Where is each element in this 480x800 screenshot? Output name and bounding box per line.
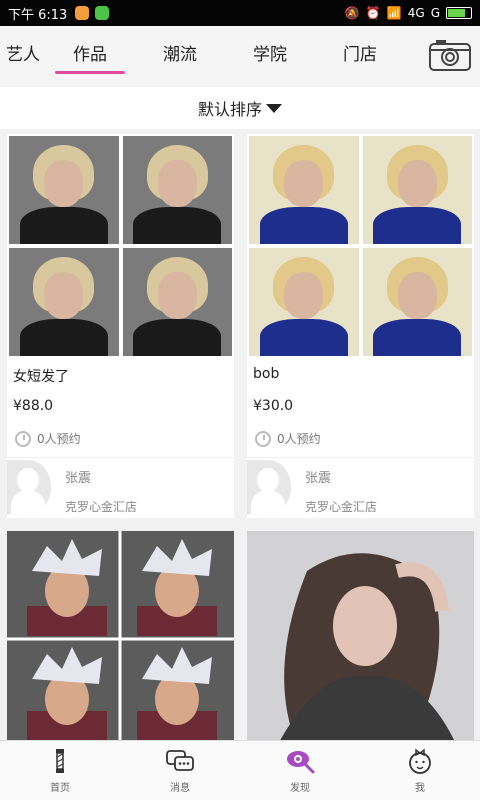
work-title: 女短发了: [13, 369, 69, 385]
work-photo: [9, 248, 119, 356]
battery-icon: [446, 7, 472, 19]
booking-count: 0人预约: [255, 430, 321, 447]
work-card[interactable]: [7, 531, 234, 746]
work-image-collage: [7, 134, 234, 358]
work-photo: [122, 248, 232, 356]
tab-trends[interactable]: 潮流: [135, 26, 225, 86]
clock-icon: [15, 430, 31, 447]
work-photo: [247, 531, 474, 746]
work-photo: [7, 531, 234, 746]
booking-count-label: 0人预约: [277, 432, 321, 446]
nav-messages[interactable]: 消息: [120, 741, 240, 800]
booking-count-label: 0人预约: [37, 432, 81, 446]
wechat-notification-icon: [95, 6, 110, 20]
app-notification-icon: [75, 6, 90, 20]
work-photo: [249, 136, 359, 244]
avatar[interactable]: [7, 460, 51, 514]
sort-dropdown[interactable]: 默认排序: [0, 87, 480, 129]
work-card[interactable]: bob ¥30.0 0人预约 张震 克罗心金汇店: [247, 134, 474, 518]
caret-down-icon: [266, 103, 282, 113]
work-photo: [249, 248, 359, 356]
store-name: 克罗心金汇店: [65, 500, 138, 514]
barber-pole-icon: [56, 749, 64, 773]
network-type: 4G: [407, 6, 425, 20]
status-time: 下午 6:13: [8, 7, 68, 23]
work-photo: [122, 136, 232, 244]
work-photo: [9, 136, 119, 244]
work-title: bob: [253, 366, 280, 382]
work-card[interactable]: [247, 531, 474, 746]
work-card[interactable]: 女短发了 ¥88.0 0人预约 张震 克罗心金汇店: [7, 134, 234, 518]
wifi-icon: 📶: [386, 6, 402, 20]
tab-works[interactable]: 作品: [45, 26, 135, 86]
eye-search-icon: [287, 751, 315, 774]
nav-discover[interactable]: 发现: [240, 741, 360, 800]
bottom-nav: 首页 消息 发现 我: [0, 740, 480, 800]
tab-stores[interactable]: 门店: [315, 26, 405, 86]
work-image-collage: [247, 134, 474, 358]
sort-label: 默认排序: [197, 100, 262, 119]
avatar[interactable]: [247, 460, 291, 514]
nav-me[interactable]: 我: [360, 741, 480, 800]
work-price: ¥88.0: [13, 398, 54, 414]
divider: [247, 457, 474, 458]
artist-name[interactable]: 张震: [65, 467, 91, 486]
signal-label: G: [430, 6, 440, 20]
divider: [7, 457, 234, 458]
girl-face-icon: [409, 748, 431, 774]
mute-icon: 🔕: [344, 6, 360, 20]
artist-name[interactable]: 张震: [305, 467, 331, 486]
nav-label: 发现: [290, 783, 310, 794]
work-photo: [362, 136, 472, 244]
nav-label: 首页: [50, 783, 70, 794]
chat-bubbles-icon: [166, 750, 194, 771]
store-name: 克罗心金汇店: [305, 500, 378, 514]
tab-artists[interactable]: 艺人: [0, 26, 45, 86]
work-photo: [362, 248, 472, 356]
nav-label: 我: [415, 783, 425, 794]
camera-icon[interactable]: [428, 38, 472, 72]
top-tab-bar: 艺人 作品 潮流 学院 门店: [0, 26, 480, 86]
clock-icon: [255, 430, 271, 447]
nav-label: 消息: [170, 783, 190, 794]
tab-academy[interactable]: 学院: [225, 26, 315, 86]
work-price: ¥30.0: [253, 398, 294, 414]
alarm-icon: ⏰: [365, 6, 381, 20]
nav-home[interactable]: 首页: [0, 741, 120, 800]
status-bar: 下午 6:13 🔕 ⏰ 📶 4G G: [0, 0, 480, 26]
booking-count: 0人预约: [15, 430, 81, 447]
